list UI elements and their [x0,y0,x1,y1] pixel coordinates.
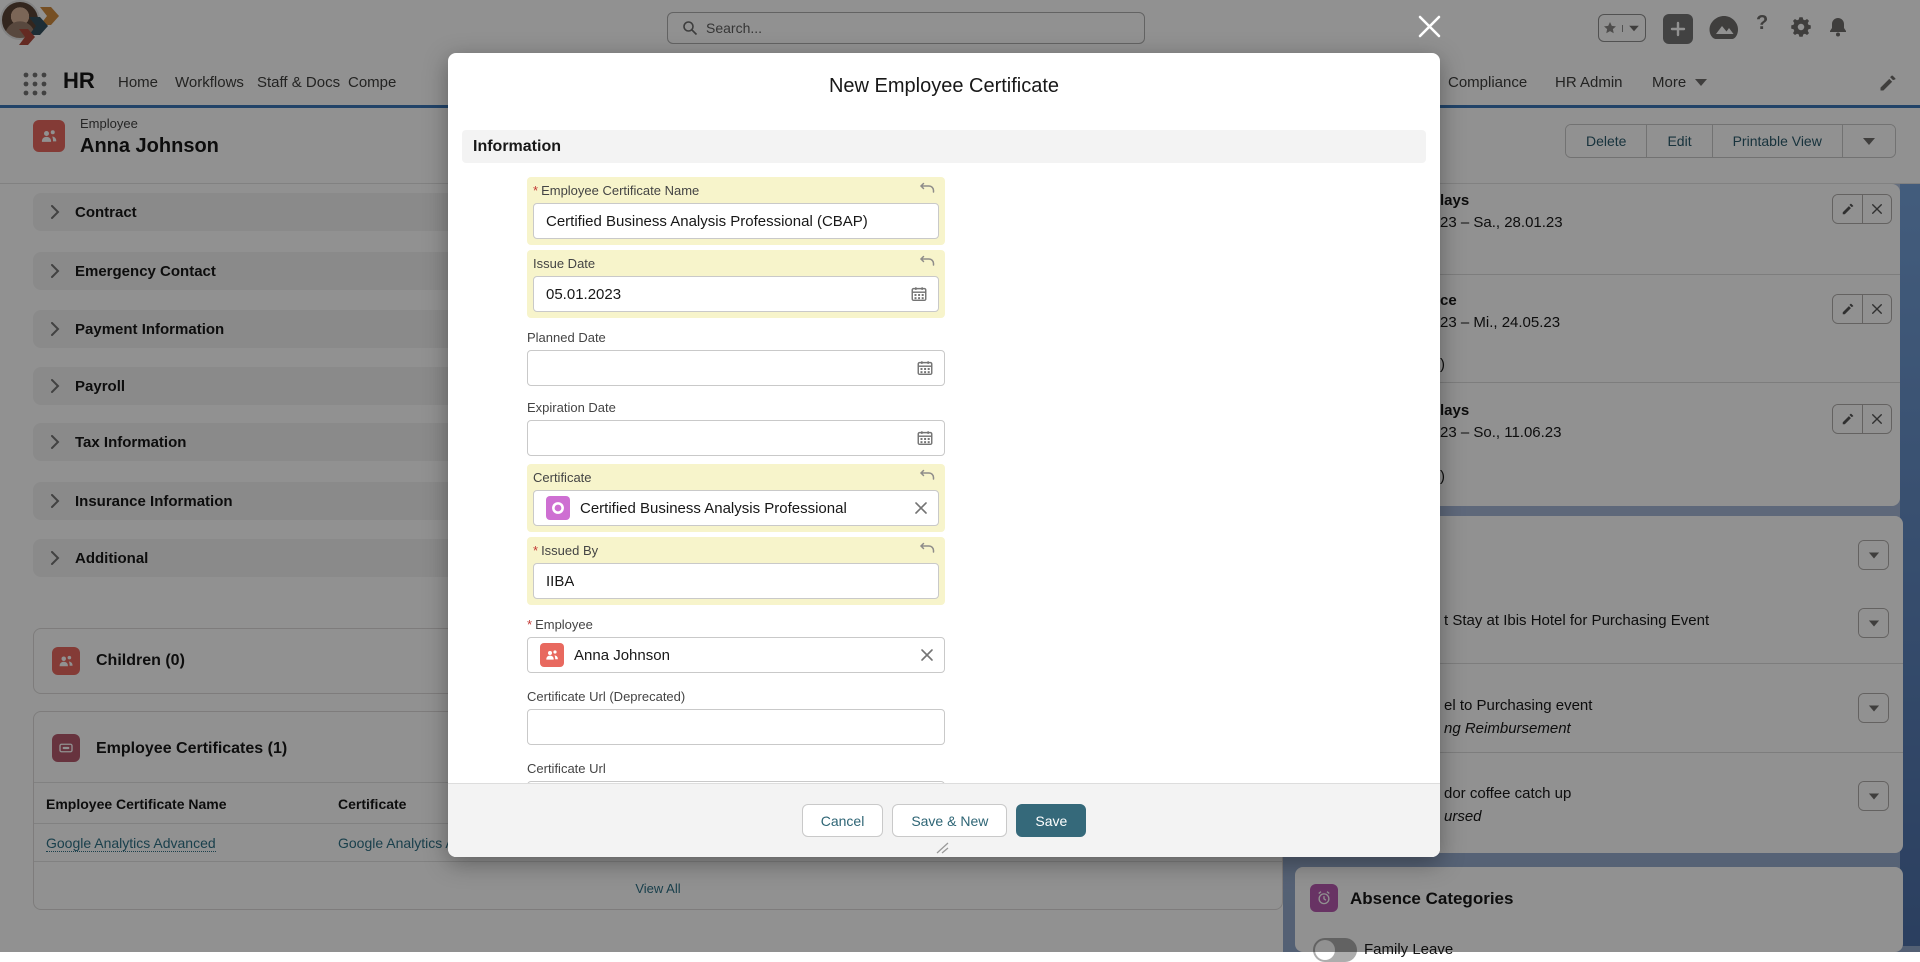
issued-by-input[interactable]: IIBA [533,563,939,599]
field-certificate-url-deprecated: Certificate Url (Deprecated) [527,689,945,745]
close-icon[interactable] [1416,13,1443,40]
field-expiration-date: Expiration Date [527,400,945,456]
two-person-icon [544,647,560,663]
field-label: Employee [535,617,593,632]
field-label: Certificate [533,470,939,485]
field-value: Anna Johnson [574,647,670,664]
undo-icon[interactable] [919,182,935,196]
modal-form: *Employee Certificate Name Certified Bus… [527,171,945,817]
field-value: Certified Business Analysis Professional [580,500,847,517]
field-planned-date: Planned Date [527,330,945,386]
required-marker: * [527,617,532,632]
field-label: Issue Date [533,256,939,271]
expiration-date-input[interactable] [527,420,945,456]
field-certificate-lookup: Certificate Certified Business Analysis … [527,464,945,532]
undo-icon[interactable] [919,469,935,483]
save-and-new-button[interactable]: Save & New [892,804,1007,837]
field-label: Issued By [541,543,598,558]
certificate-record-icon [546,496,570,520]
employee-certificate-name-input[interactable]: Certified Business Analysis Professional… [533,203,939,239]
save-button[interactable]: Save [1016,804,1086,837]
calendar-icon[interactable] [916,429,934,447]
required-marker: * [533,543,538,558]
employee-record-icon [540,643,564,667]
undo-icon[interactable] [919,542,935,556]
certificate-lookup-pill[interactable]: Certified Business Analysis Professional [533,490,939,526]
field-value: IIBA [546,573,574,590]
ring-icon [549,499,567,517]
issue-date-input[interactable]: 05.01.2023 [533,276,939,312]
clear-selection-x-icon[interactable] [914,501,928,515]
field-label: Expiration Date [527,400,945,415]
field-value: Certified Business Analysis Professional… [546,213,868,230]
certificate-url-deprecated-input[interactable] [527,709,945,745]
field-employee-lookup: *Employee Anna Johnson [527,617,945,673]
field-issued-by: *Issued By IIBA [527,537,945,605]
field-label: Certificate Url [527,761,945,776]
field-label: Certificate Url (Deprecated) [527,689,945,704]
field-label: Employee Certificate Name [541,183,699,198]
calendar-icon[interactable] [910,285,928,303]
new-employee-certificate-modal: New Employee Certificate Information *Em… [448,53,1440,857]
modal-title: New Employee Certificate [448,75,1440,98]
field-value: 05.01.2023 [546,286,621,303]
planned-date-input[interactable] [527,350,945,386]
field-label: Planned Date [527,330,945,345]
resize-handle[interactable] [935,842,949,854]
clear-selection-x-icon[interactable] [920,648,934,662]
calendar-icon[interactable] [916,359,934,377]
employee-lookup-pill[interactable]: Anna Johnson [527,637,945,673]
required-marker: * [533,183,538,198]
cancel-button[interactable]: Cancel [802,804,884,837]
undo-icon[interactable] [919,255,935,269]
information-section-header[interactable]: Information [462,130,1426,163]
field-employee-certificate-name: *Employee Certificate Name Certified Bus… [527,177,945,245]
field-issue-date: Issue Date 05.01.2023 [527,250,945,318]
